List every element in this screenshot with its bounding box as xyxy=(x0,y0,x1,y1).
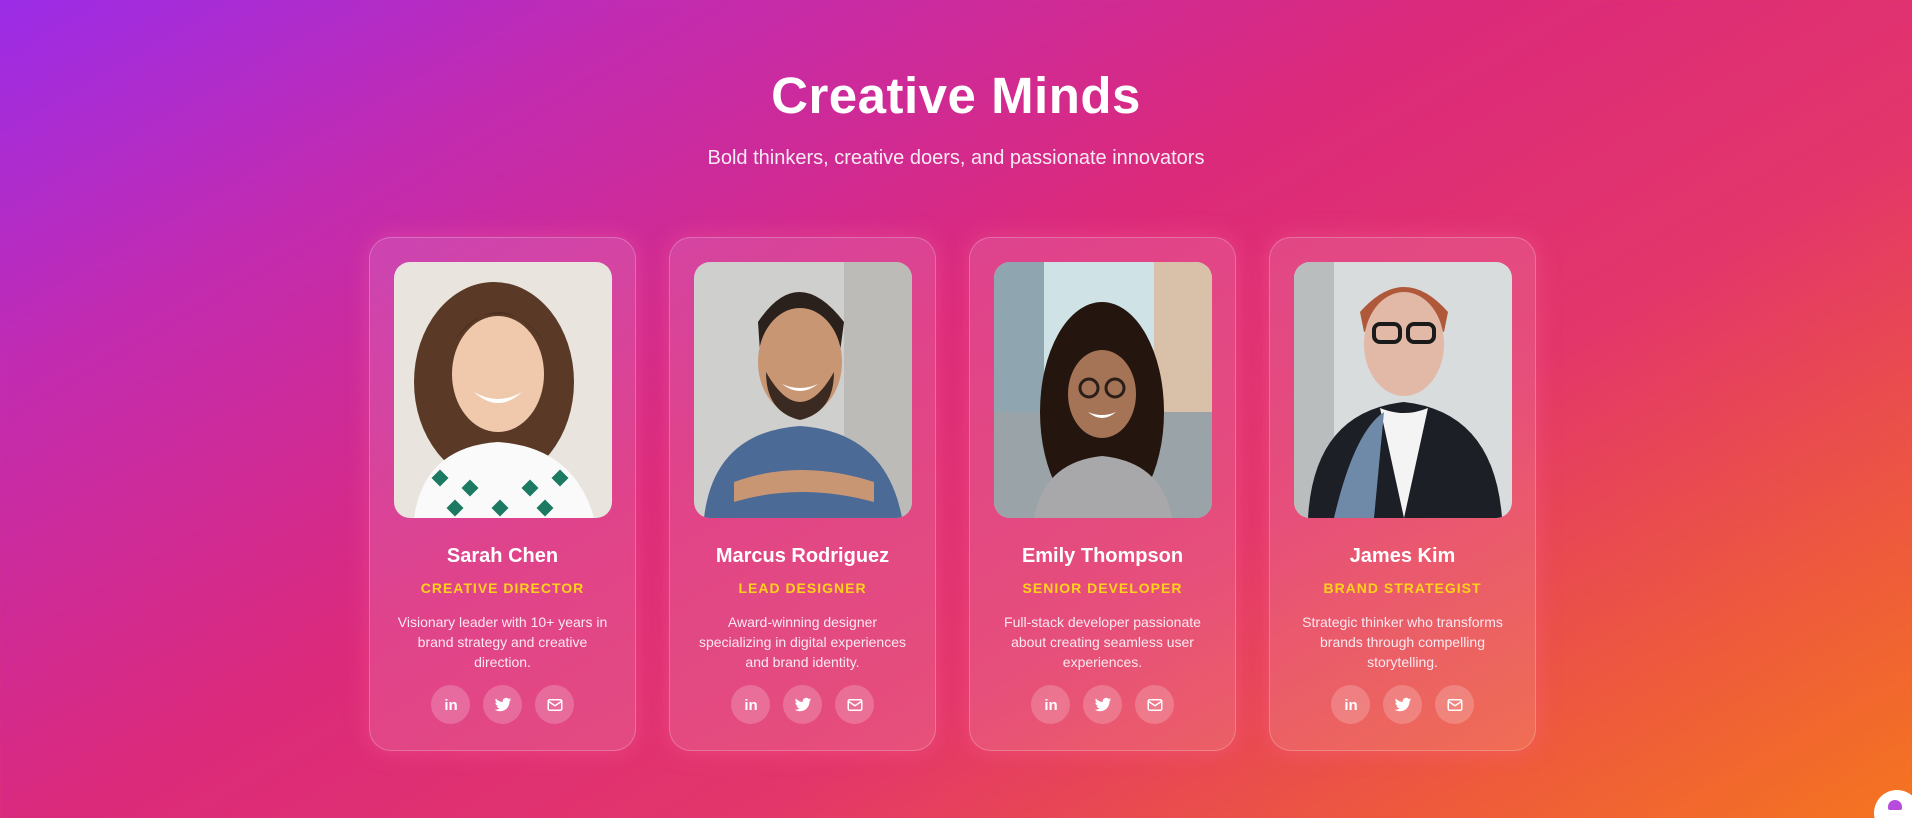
linkedin-icon: in xyxy=(744,697,757,714)
member-name: Marcus Rodriguez xyxy=(715,545,890,567)
team-card: Marcus Rodriguez LEAD DESIGNER Award-win… xyxy=(669,237,936,751)
twitter-icon xyxy=(1094,697,1111,711)
email-button[interactable] xyxy=(835,685,874,724)
email-button[interactable] xyxy=(1435,685,1474,724)
member-bio: Full-stack developer passionate about cr… xyxy=(1004,614,1201,670)
member-role: LEAD DESIGNER xyxy=(738,580,867,596)
twitter-button[interactable] xyxy=(483,685,522,724)
twitter-icon xyxy=(794,697,811,711)
email-icon xyxy=(547,698,562,711)
team-card: Sarah Chen CREATIVE DIRECTOR Visionary l… xyxy=(369,237,636,751)
social-links: in xyxy=(1270,685,1535,724)
linkedin-icon: in xyxy=(1044,697,1057,714)
twitter-button[interactable] xyxy=(1083,685,1122,724)
svg-text:in: in xyxy=(744,697,757,714)
team-card: Emily Thompson SENIOR DEVELOPER Full-sta… xyxy=(969,237,1236,751)
social-links: in xyxy=(370,685,635,724)
linkedin-icon: in xyxy=(1344,697,1357,714)
twitter-icon xyxy=(1394,697,1411,711)
profile-photo xyxy=(694,262,912,518)
member-role: SENIOR DEVELOPER xyxy=(1022,580,1183,596)
member-name: Emily Thompson xyxy=(1021,545,1184,567)
member-bio: Visionary leader with 10+ years in brand… xyxy=(397,614,608,670)
twitter-button[interactable] xyxy=(783,685,822,724)
social-links: in xyxy=(670,685,935,724)
member-name: Sarah Chen xyxy=(446,545,559,567)
email-icon xyxy=(847,698,862,711)
social-links: in xyxy=(970,685,1235,724)
page-subtitle: Bold thinkers, creative doers, and passi… xyxy=(707,147,1205,169)
twitter-icon xyxy=(494,697,511,711)
member-bio: Strategic thinker who transforms brands … xyxy=(1302,614,1503,670)
email-button[interactable] xyxy=(535,685,574,724)
linkedin-button[interactable]: in xyxy=(731,685,770,724)
page-title: Creative Minds xyxy=(771,67,1141,124)
member-name: James Kim xyxy=(1349,545,1456,567)
svg-text:in: in xyxy=(1344,697,1357,714)
linkedin-button[interactable]: in xyxy=(431,685,470,724)
member-role: CREATIVE DIRECTOR xyxy=(420,580,585,596)
svg-text:in: in xyxy=(444,697,457,714)
widget-icon xyxy=(1888,800,1902,810)
linkedin-button[interactable]: in xyxy=(1331,685,1370,724)
member-role: BRAND STRATEGIST xyxy=(1323,580,1482,596)
svg-text:in: in xyxy=(1044,697,1057,714)
chat-widget-button[interactable] xyxy=(1874,790,1912,818)
team-grid: Sarah Chen CREATIVE DIRECTOR Visionary l… xyxy=(369,237,1536,751)
profile-photo xyxy=(394,262,612,518)
email-icon xyxy=(1147,698,1162,711)
linkedin-button[interactable]: in xyxy=(1031,685,1070,724)
email-icon xyxy=(1447,698,1462,711)
email-button[interactable] xyxy=(1135,685,1174,724)
profile-photo xyxy=(994,262,1212,518)
team-card: James Kim BRAND STRATEGIST Strategic thi… xyxy=(1269,237,1536,751)
member-bio: Award-winning designer specializing in d… xyxy=(698,614,906,670)
linkedin-icon: in xyxy=(444,697,457,714)
twitter-button[interactable] xyxy=(1383,685,1422,724)
profile-photo xyxy=(1294,262,1512,518)
